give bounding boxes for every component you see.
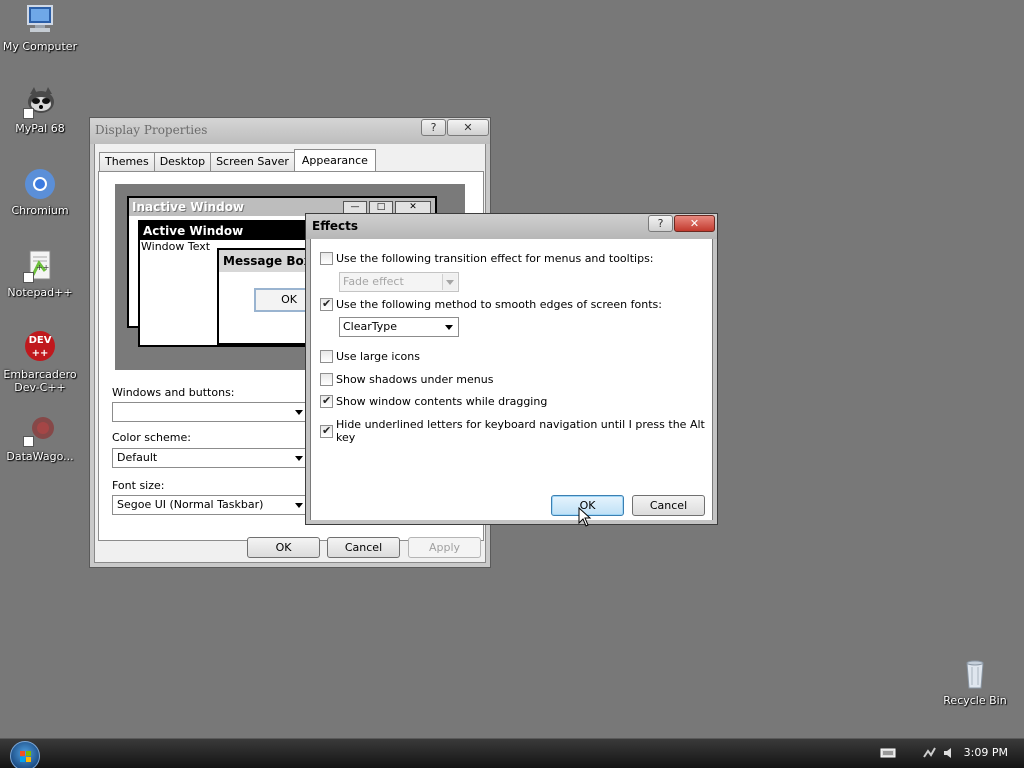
- datawagon-icon: [23, 413, 57, 447]
- tab-screen-saver[interactable]: Screen Saver: [210, 152, 295, 171]
- font-size-label: Font size:: [112, 479, 165, 492]
- menu-shadows-option[interactable]: Show shadows under menus: [320, 373, 493, 386]
- close-icon: ✕: [463, 121, 473, 134]
- transition-effect-select[interactable]: Fade effect: [339, 272, 459, 292]
- help-button[interactable]: ?: [648, 215, 673, 232]
- title-bar[interactable]: Display Properties ? ✕: [90, 118, 490, 144]
- start-button[interactable]: [10, 741, 40, 768]
- chevron-down-icon: [295, 410, 303, 415]
- transition-effect-option[interactable]: Use the following transition effect for …: [320, 252, 654, 265]
- desktop-icon-label: Embarcadero Dev-C++: [3, 368, 77, 394]
- font-size-select[interactable]: Segoe UI (Normal Taskbar): [112, 495, 307, 515]
- desktop-icon-label: Recycle Bin: [943, 694, 1007, 707]
- raccoon-icon: [23, 85, 57, 119]
- drag-contents-option[interactable]: Show window contents while dragging: [320, 394, 547, 408]
- computer-icon: [23, 3, 57, 37]
- desktop-icon-my-computer[interactable]: My Computer: [0, 3, 82, 53]
- checkbox[interactable]: [320, 424, 333, 438]
- svg-text:++: ++: [36, 263, 49, 272]
- desktop-icon-label: My Computer: [2, 40, 78, 53]
- desktop-icon-label: Notepad++: [7, 286, 73, 299]
- volume-icon[interactable]: [942, 747, 958, 759]
- windows-logo-icon: [20, 751, 31, 762]
- color-scheme-select[interactable]: Default: [112, 448, 307, 468]
- close-icon: ✕: [689, 217, 700, 230]
- tab-appearance[interactable]: Appearance: [293, 149, 376, 171]
- checkbox[interactable]: [320, 350, 333, 363]
- notepadpp-icon: ++: [23, 249, 57, 283]
- desktop-icon-devcpp[interactable]: DEV ++ Embarcadero Dev-C++: [0, 331, 82, 394]
- desktop-icon-mypal[interactable]: MyPal 68: [0, 85, 82, 135]
- tab-themes[interactable]: Themes: [99, 152, 155, 171]
- taskbar: 3:09 PM: [0, 738, 1024, 768]
- desktop-icon-label: DataWago...: [6, 450, 74, 463]
- taskbar-clock[interactable]: 3:09 PM: [964, 746, 1008, 759]
- tab-strip: Themes Desktop Screen Saver Appearance: [99, 149, 376, 172]
- apply-button[interactable]: Apply: [408, 537, 481, 558]
- help-button[interactable]: ?: [421, 119, 446, 136]
- effects-body: Use the following transition effect for …: [311, 239, 712, 520]
- keyboard-icon[interactable]: [880, 747, 896, 759]
- window-title: Display Properties: [95, 123, 208, 137]
- cancel-button[interactable]: Cancel: [327, 537, 400, 558]
- cancel-button[interactable]: Cancel: [632, 495, 705, 516]
- effects-dialog: Effects ? ✕ Use the following transition…: [305, 213, 718, 525]
- shortcut-arrow-icon: [23, 108, 34, 119]
- ok-button[interactable]: OK: [247, 537, 320, 558]
- close-button[interactable]: ✕: [447, 119, 489, 136]
- tab-desktop[interactable]: Desktop: [153, 152, 212, 171]
- mouse-cursor-icon: [578, 507, 592, 527]
- checkbox[interactable]: [320, 252, 333, 265]
- checkbox[interactable]: [320, 373, 333, 386]
- windows-and-buttons-label: Windows and buttons:: [112, 386, 235, 399]
- recycle-bin-icon: [958, 657, 992, 691]
- desktop-icon-recycle-bin[interactable]: Recycle Bin: [933, 657, 1017, 707]
- checkbox[interactable]: [320, 394, 333, 408]
- hide-underlines-option[interactable]: Hide underlined letters for keyboard nav…: [320, 418, 712, 444]
- chevron-down-icon: [442, 319, 457, 335]
- desktop-icon-label: MyPal 68: [15, 122, 65, 135]
- chevron-down-icon: [442, 274, 457, 290]
- devcpp-badge-text: DEV: [28, 335, 52, 346]
- chevron-down-icon: [295, 503, 303, 508]
- chevron-down-icon: [295, 456, 303, 461]
- large-icons-option[interactable]: Use large icons: [320, 350, 420, 363]
- network-icon[interactable]: [922, 747, 940, 759]
- font-smoothing-option[interactable]: Use the following method to smooth edges…: [320, 297, 662, 311]
- desktop-icon-datawagon[interactable]: DataWago...: [0, 413, 82, 463]
- color-scheme-label: Color scheme:: [112, 431, 191, 444]
- desktop-icon-notepadpp[interactable]: ++ Notepad++: [0, 249, 82, 299]
- font-smoothing-select[interactable]: ClearType: [339, 317, 459, 337]
- devcpp-icon: DEV ++: [23, 331, 57, 365]
- shortcut-arrow-icon: [23, 272, 34, 283]
- desktop-icon-label: Chromium: [11, 204, 69, 217]
- checkbox[interactable]: [320, 297, 333, 311]
- title-bar[interactable]: Effects ? ✕: [306, 214, 717, 239]
- windows-and-buttons-select[interactable]: [112, 402, 307, 422]
- desktop-icon-chromium[interactable]: Chromium: [0, 167, 82, 217]
- dialog-title: Effects: [312, 219, 359, 233]
- close-button[interactable]: ✕: [674, 215, 715, 232]
- shortcut-arrow-icon: [23, 436, 34, 447]
- devcpp-badge-plus: ++: [31, 348, 49, 359]
- chromium-icon: [23, 167, 57, 201]
